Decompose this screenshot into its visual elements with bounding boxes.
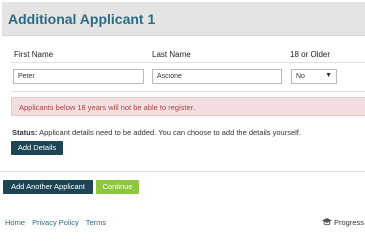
add-another-applicant-button[interactable]: Add Another Applicant [3, 180, 93, 194]
applicant-card: Additional Applicant 1 First Name Last N… [2, 2, 365, 158]
footer-links: Home Privacy Policy Terms [5, 218, 111, 227]
graduation-cap-icon [322, 218, 332, 226]
footer-link-terms[interactable]: Terms [86, 218, 106, 227]
age-label: 18 or Older [290, 50, 331, 59]
first-name-input[interactable] [13, 69, 144, 84]
status-line: Status: Applicant details need to be add… [12, 128, 301, 137]
footer-link-privacy-policy[interactable]: Privacy Policy [32, 218, 79, 227]
add-details-button[interactable]: Add Details [11, 141, 63, 155]
card-header: Additional Applicant 1 [2, 2, 365, 36]
section-divider [0, 171, 365, 172]
age-select[interactable]: No ▼ [291, 69, 337, 84]
last-name-input[interactable] [152, 69, 282, 84]
footer-link-home[interactable]: Home [5, 218, 25, 227]
age-alert: Applicants below 18 years will not be ab… [11, 97, 365, 116]
progress-indicator[interactable]: Progress [322, 218, 364, 227]
alert-text: Applicants below 18 years will not be ab… [19, 103, 195, 112]
row-divider [11, 91, 365, 92]
progress-label: Progress [334, 218, 365, 227]
first-name-label: First Name [14, 50, 54, 59]
chevron-down-icon: ▼ [325, 72, 332, 79]
header-divider [11, 62, 365, 63]
status-text: Applicant details need to be added. You … [39, 128, 301, 137]
status-label: Status: [12, 128, 38, 137]
age-select-value: No [296, 73, 305, 80]
last-name-label: Last Name [152, 50, 191, 59]
continue-button[interactable]: Continue [96, 180, 139, 194]
card-title: Additional Applicant 1 [8, 11, 156, 27]
